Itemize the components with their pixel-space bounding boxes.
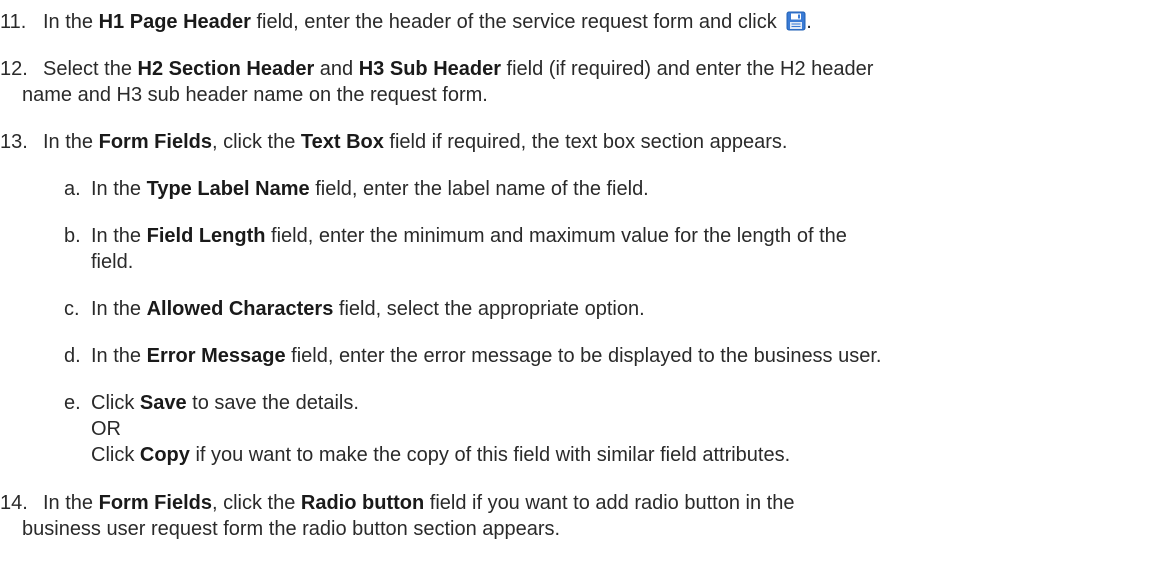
substep-c: c. In the Allowed Characters field, sele…: [0, 296, 1160, 322]
substep-text: In the Type Label Name field, enter the …: [0, 176, 1160, 202]
save-icon: [786, 11, 806, 31]
step-number: 13.: [0, 131, 28, 153]
text-run: business user request form the radio but…: [22, 518, 561, 540]
bold-term: Form Fields: [98, 492, 212, 514]
bold-term: H1 Page Header: [98, 11, 251, 33]
text-run: field.: [91, 251, 134, 273]
text-run: , click the: [211, 492, 301, 514]
text-run: OR: [91, 418, 121, 440]
bold-term: H2 Section Header: [137, 58, 315, 80]
text-run: Click: [91, 444, 140, 466]
text-run: field, enter the label name of the field…: [309, 178, 649, 200]
text-run: field, select the appropriate option.: [333, 298, 645, 320]
substep-letter: b.: [64, 225, 81, 247]
bold-term: H3 Sub Header: [358, 58, 501, 80]
substep-e: e. Click Save to save the details.: [0, 390, 1160, 416]
substep-b: b. In the Field Length field, enter the …: [0, 223, 1160, 249]
substep-text: In the Allowed Characters field, select …: [0, 296, 1160, 322]
bold-term: Type Label Name: [146, 178, 310, 200]
text-run: to save the details.: [186, 392, 359, 414]
text-run: In the: [91, 298, 147, 320]
text-run: , click the: [211, 131, 301, 153]
text-run: field (if required) and enter the H2 hea…: [501, 58, 874, 80]
text-run: In the: [91, 178, 147, 200]
text-run: if you want to make the copy of this fie…: [189, 444, 791, 466]
text-run: and: [314, 58, 359, 80]
step-number: 12.: [0, 58, 28, 80]
substep-e-copy: Click Copy if you want to make the copy …: [0, 442, 1160, 468]
text-run: name and H3 sub header name on the reque…: [22, 84, 488, 106]
step-12-continuation: name and H3 sub header name on the reque…: [0, 82, 1160, 108]
bold-term: Radio button: [300, 492, 425, 514]
text-run: field, enter the error message to be dis…: [285, 345, 882, 367]
step-13: 13. In the Form Fields, click the Text B…: [0, 129, 1160, 155]
step-14-continuation: business user request form the radio but…: [0, 516, 1160, 542]
bold-term: Error Message: [146, 345, 286, 367]
substep-letter: a.: [64, 178, 81, 200]
text-run: Select the: [43, 58, 138, 80]
substep-letter: e.: [64, 392, 81, 414]
text-run: .: [806, 11, 812, 33]
text-run: field if you want to add radio button in…: [424, 492, 795, 514]
step-number: 14.: [0, 492, 28, 514]
substep-letter: d.: [64, 345, 81, 367]
bold-term: Form Fields: [98, 131, 212, 153]
substep-text: Click Save to save the details.: [0, 390, 1160, 416]
substep-text: In the Error Message field, enter the er…: [0, 343, 1160, 369]
text-run: field, enter the header of the service r…: [250, 11, 783, 33]
bold-term: Text Box: [300, 131, 384, 153]
text-run: In the: [91, 225, 147, 247]
substep-text: Click Copy if you want to make the copy …: [0, 442, 1160, 468]
step-12: 12. Select the H2 Section Header and H3 …: [0, 56, 1160, 82]
step-text: In the Form Fields, click the Text Box f…: [0, 129, 1160, 155]
text-run: field if required, the text box section …: [383, 131, 788, 153]
step-11: 11. In the H1 Page Header field, enter t…: [0, 9, 1160, 35]
step-text: Select the H2 Section Header and H3 Sub …: [0, 56, 1160, 82]
step-14: 14. In the Form Fields, click the Radio …: [0, 490, 1160, 516]
step-text: In the H1 Page Header field, enter the h…: [0, 9, 1160, 35]
substep-letter: c.: [64, 298, 80, 320]
text-run: In the: [91, 345, 147, 367]
step-text: In the Form Fields, click the Radio butt…: [0, 490, 1160, 516]
substep-text: In the Field Length field, enter the min…: [0, 223, 1160, 249]
text-run: Click: [91, 392, 140, 414]
text-run: field, enter the minimum and maximum val…: [265, 225, 847, 247]
bold-term: Allowed Characters: [146, 298, 334, 320]
text-run: In the: [43, 11, 99, 33]
substep-e-or: OR: [0, 416, 1160, 442]
bold-term: Copy: [139, 444, 190, 466]
text-run: In the: [43, 131, 99, 153]
bold-term: Save: [139, 392, 187, 414]
substep-b-continuation: field.: [0, 249, 1160, 275]
substep-a: a. In the Type Label Name field, enter t…: [0, 176, 1160, 202]
substep-d: d. In the Error Message field, enter the…: [0, 343, 1160, 369]
text-run: In the: [43, 492, 99, 514]
bold-term: Field Length: [146, 225, 266, 247]
step-number: 11.: [0, 11, 27, 33]
